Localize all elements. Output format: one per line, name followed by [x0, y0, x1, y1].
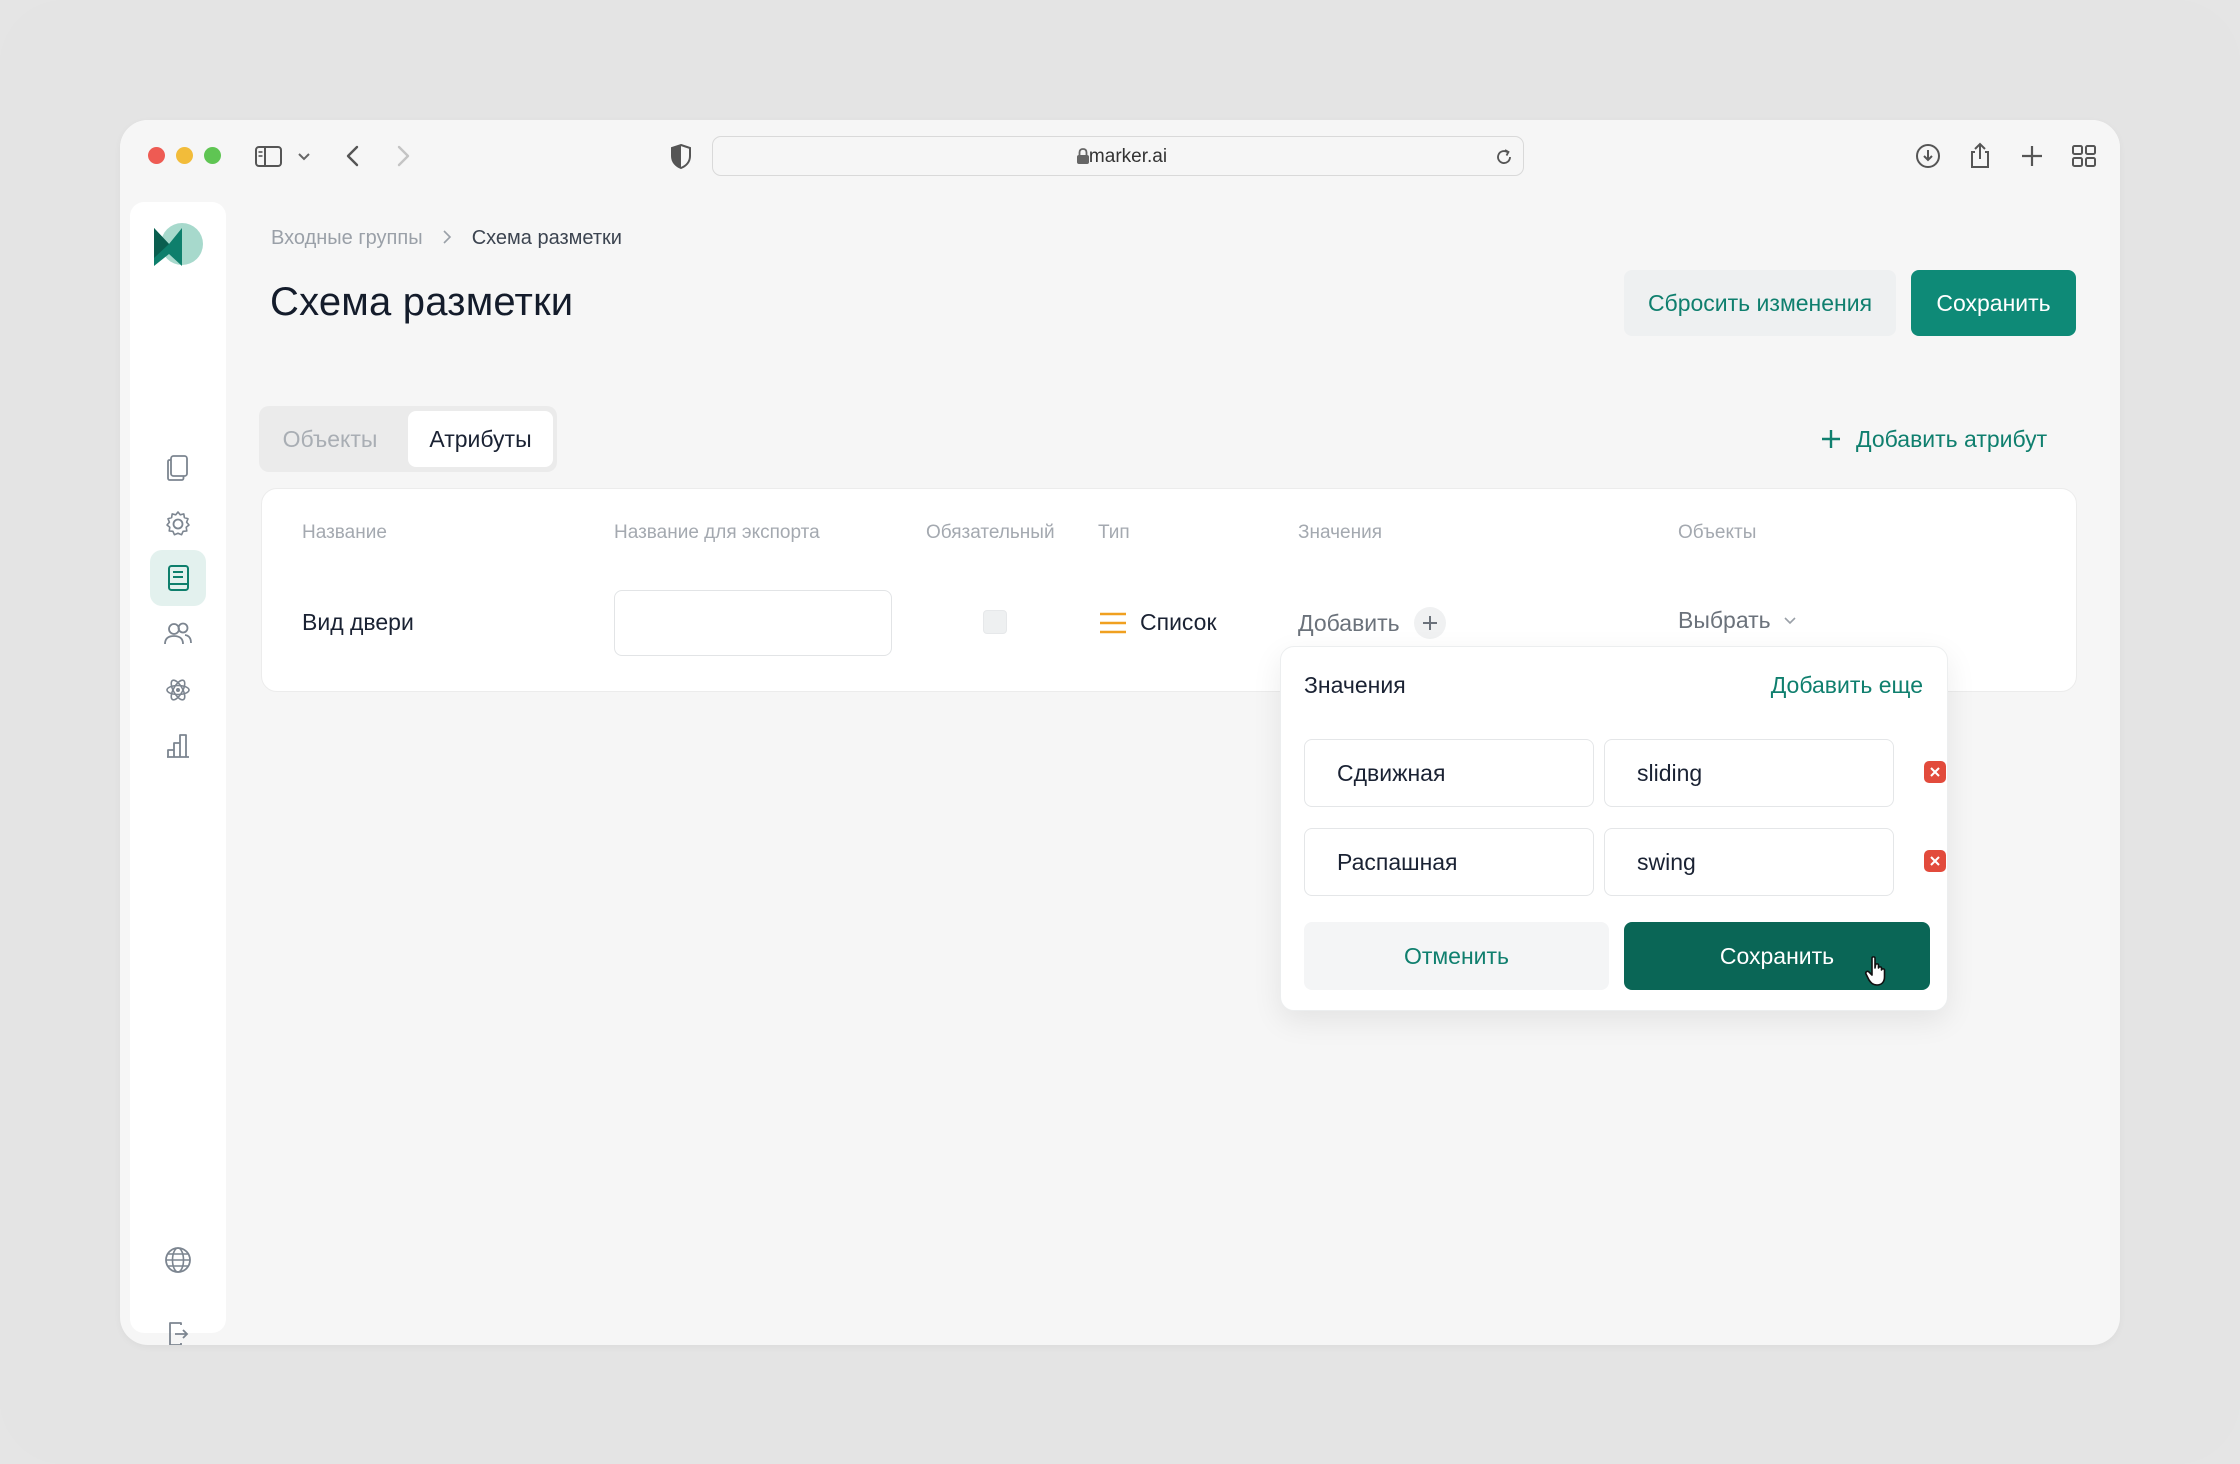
- delete-value-button[interactable]: [1924, 761, 1946, 783]
- column-header-values: Значения: [1298, 522, 1382, 543]
- back-arrow-icon[interactable]: [342, 140, 364, 172]
- forward-arrow-icon[interactable]: [392, 140, 414, 172]
- add-value-label: Добавить: [1298, 609, 1400, 636]
- reset-changes-button[interactable]: Сбросить изменения: [1624, 270, 1896, 336]
- tab-objects[interactable]: Объекты: [265, 411, 395, 467]
- sidebar-item-analytics[interactable]: [150, 718, 206, 774]
- atom-icon: [166, 679, 190, 701]
- column-header-type: Тип: [1098, 522, 1130, 543]
- page-title: Схема разметки: [270, 280, 574, 324]
- app-sidebar: ИМ: [130, 202, 226, 1345]
- column-header-export-name: Название для экспорта: [614, 522, 820, 543]
- sidebar-item-users[interactable]: [150, 606, 206, 662]
- gear-icon: [166, 511, 190, 536]
- reload-icon[interactable]: [1493, 146, 1515, 168]
- globe-icon: [165, 1247, 191, 1273]
- list-icon: [1100, 612, 1126, 633]
- sidebar-item-logout[interactable]: [150, 1306, 206, 1345]
- maximize-window-button[interactable]: [204, 147, 221, 164]
- column-header-required: Обязательный: [926, 522, 1055, 543]
- download-icon[interactable]: [1912, 140, 1944, 172]
- type-select[interactable]: Список: [1098, 609, 1217, 636]
- users-icon: [164, 622, 192, 645]
- browser-toolbar: marker.ai: [120, 120, 2120, 192]
- column-header-name: Название: [302, 522, 387, 543]
- sidebar-toggle-icon[interactable]: [254, 140, 284, 172]
- save-button[interactable]: Сохранить: [1911, 270, 2076, 336]
- values-popover: Значения Добавить еще Сдвижная sliding Р…: [1280, 646, 1948, 1011]
- value-label-input[interactable]: Распашная: [1304, 828, 1594, 896]
- address-bar[interactable]: marker.ai: [712, 136, 1524, 176]
- desktop-background: marker.ai Входные группы Схема разметки …: [0, 0, 2240, 1464]
- sidebar-item-documents[interactable]: [150, 440, 206, 496]
- plus-icon: [1413, 607, 1446, 639]
- breadcrumb-parent-link[interactable]: Входные группы: [271, 227, 423, 249]
- bar-chart-icon: [167, 734, 189, 758]
- add-attribute-label: Добавить атрибут: [1856, 425, 2048, 452]
- tab-attributes[interactable]: Атрибуты: [408, 411, 553, 467]
- objects-select-label: Выбрать: [1678, 607, 1771, 633]
- objects-select-dropdown[interactable]: Выбрать: [1678, 607, 1797, 634]
- close-icon: [1930, 856, 1940, 866]
- add-value-button[interactable]: Добавить: [1298, 607, 1446, 639]
- popover-cancel-button[interactable]: Отменить: [1304, 922, 1609, 990]
- sidebar-item-language[interactable]: [150, 1232, 206, 1288]
- browser-window: marker.ai Входные группы Схема разметки …: [120, 120, 2120, 1345]
- tab-overview-icon[interactable]: [2068, 140, 2100, 172]
- add-more-values-link[interactable]: Добавить еще: [1771, 672, 1923, 699]
- add-attribute-button[interactable]: Добавить атрибут: [1820, 419, 2047, 459]
- book-icon: [168, 565, 189, 591]
- required-checkbox[interactable]: [983, 610, 1007, 634]
- logout-icon: [169, 1322, 189, 1345]
- minimize-window-button[interactable]: [176, 147, 193, 164]
- chevron-down-icon: [1784, 616, 1796, 624]
- sidebar-item-schemas[interactable]: [150, 550, 206, 606]
- share-icon[interactable]: [1964, 140, 1996, 172]
- export-name-input[interactable]: [614, 590, 892, 656]
- popover-title: Значения: [1304, 672, 1406, 698]
- documents-icon: [167, 455, 188, 481]
- chevron-down-icon[interactable]: [296, 140, 312, 172]
- url-text: marker.ai: [1088, 146, 1168, 167]
- breadcrumb-current: Схема разметки: [471, 227, 622, 249]
- value-label-input[interactable]: Сдвижная: [1304, 739, 1594, 807]
- chevron-right-icon: [443, 230, 452, 244]
- hand-cursor-icon: [1864, 956, 1886, 986]
- privacy-shield-icon[interactable]: [668, 140, 694, 172]
- value-key-input[interactable]: swing: [1604, 828, 1894, 896]
- column-header-objects: Объекты: [1678, 522, 1757, 543]
- close-icon: [1930, 767, 1940, 777]
- new-tab-plus-icon[interactable]: [2016, 140, 2048, 172]
- plus-icon: [1822, 430, 1840, 448]
- sidebar-item-integrations[interactable]: [150, 662, 206, 718]
- attribute-name: Вид двери: [302, 609, 414, 635]
- schema-tabs: Объекты Атрибуты: [259, 406, 557, 472]
- marker-logo[interactable]: [152, 222, 204, 268]
- value-key-input[interactable]: sliding: [1604, 739, 1894, 807]
- close-window-button[interactable]: [148, 147, 165, 164]
- type-label: Список: [1140, 609, 1217, 635]
- breadcrumb: Входные группы Схема разметки: [271, 227, 622, 250]
- sidebar-item-settings[interactable]: [150, 496, 206, 552]
- delete-value-button[interactable]: [1924, 850, 1946, 872]
